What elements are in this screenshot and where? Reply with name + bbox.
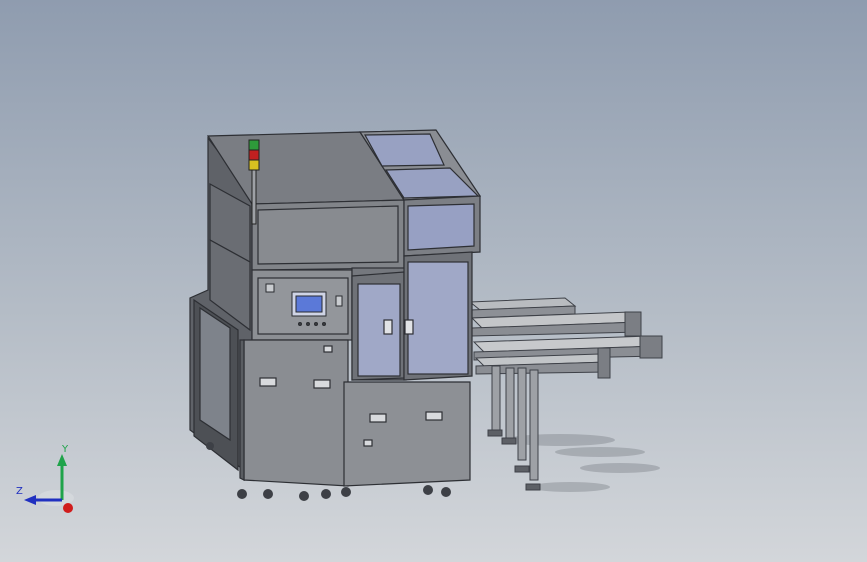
coordinate-triad: Y Z (10, 440, 90, 520)
machine-body (189, 129, 482, 487)
conveyor-arms (468, 297, 663, 491)
machine-assembly-model[interactable] (0, 0, 867, 562)
cad-viewport[interactable]: Y Z (0, 0, 867, 562)
z-axis-label: Z (16, 486, 23, 497)
ground-shadows (505, 434, 660, 492)
axis-triad-icon (24, 454, 74, 513)
y-axis-label: Y (62, 444, 69, 455)
